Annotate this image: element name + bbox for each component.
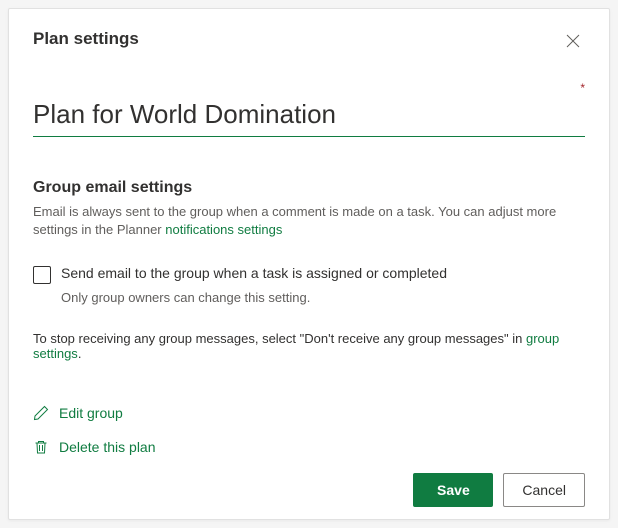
section-title: Group email settings bbox=[33, 179, 585, 197]
cancel-button[interactable]: Cancel bbox=[503, 473, 585, 507]
delete-plan-label: Delete this plan bbox=[59, 439, 156, 455]
group-email-section: Group email settings Email is always sen… bbox=[33, 179, 585, 361]
close-button[interactable] bbox=[561, 29, 585, 53]
plan-settings-dialog: Plan settings * Group email settings Ema… bbox=[8, 8, 610, 520]
dialog-title: Plan settings bbox=[33, 29, 139, 49]
send-email-checkbox[interactable] bbox=[33, 266, 51, 284]
section-description: Email is always sent to the group when a… bbox=[33, 203, 585, 239]
notifications-settings-link[interactable]: notifications settings bbox=[165, 222, 282, 237]
checkbox-hint: Only group owners can change this settin… bbox=[61, 290, 585, 305]
edit-icon bbox=[33, 405, 49, 421]
stop-text-prefix: To stop receiving any group messages, se… bbox=[33, 331, 526, 346]
edit-group-label: Edit group bbox=[59, 405, 123, 421]
checkbox-row: Send email to the group when a task is a… bbox=[33, 265, 585, 284]
save-button[interactable]: Save bbox=[413, 473, 493, 507]
close-icon bbox=[566, 34, 580, 48]
stop-receiving-message: To stop receiving any group messages, se… bbox=[33, 331, 585, 361]
required-indicator: * bbox=[580, 81, 585, 95]
delete-plan-link[interactable]: Delete this plan bbox=[33, 439, 156, 455]
plan-name-input[interactable] bbox=[33, 97, 585, 137]
checkbox-label: Send email to the group when a task is a… bbox=[61, 265, 447, 281]
dialog-header: Plan settings bbox=[33, 29, 585, 53]
dialog-footer: Save Cancel bbox=[33, 473, 585, 507]
plan-name-field: * bbox=[33, 97, 585, 137]
action-links: Edit group Delete this plan bbox=[33, 405, 585, 473]
trash-icon bbox=[33, 439, 49, 455]
stop-text-suffix: . bbox=[78, 346, 82, 361]
desc-text: Email is always sent to the group when a… bbox=[33, 204, 556, 237]
edit-group-link[interactable]: Edit group bbox=[33, 405, 123, 421]
